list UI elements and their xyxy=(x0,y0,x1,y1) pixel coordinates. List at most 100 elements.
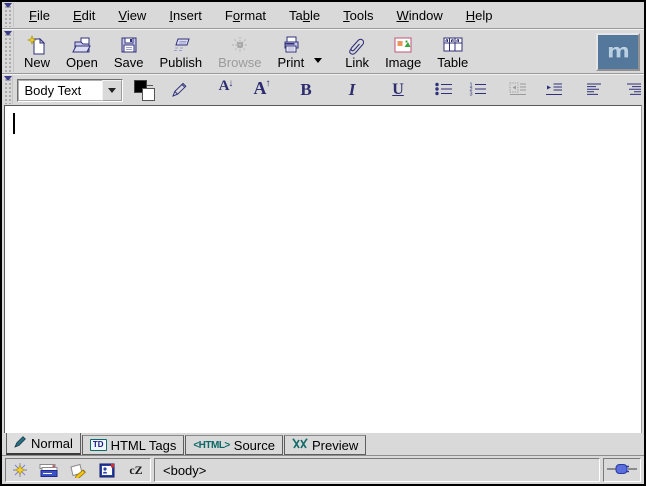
menu-tools-label: Tools xyxy=(343,8,373,23)
menu-table[interactable]: Table xyxy=(279,2,330,28)
composer-window: File Edit View Insert Format Table Tools… xyxy=(0,0,646,486)
link-paperclip-icon xyxy=(347,35,367,55)
online-status-panel[interactable] xyxy=(603,458,641,482)
tab-preview[interactable]: Preview xyxy=(284,435,366,455)
chevron-down-icon xyxy=(108,88,116,93)
table-button[interactable]: Table xyxy=(430,33,475,71)
new-button-label: New xyxy=(24,55,50,70)
numbered-list-button[interactable]: 123 xyxy=(468,78,488,102)
link-button[interactable]: Link xyxy=(338,33,376,71)
publish-icon xyxy=(170,35,192,55)
indent-button[interactable] xyxy=(544,78,564,102)
background-color-swatch[interactable] xyxy=(142,88,155,101)
menubar-grippy[interactable] xyxy=(3,3,14,27)
pencil-icon xyxy=(170,80,190,101)
bold-button[interactable]: B xyxy=(296,78,316,102)
preview-icon xyxy=(292,438,308,453)
menu-help[interactable]: Help xyxy=(456,2,503,28)
image-icon xyxy=(393,35,413,55)
tab-normal[interactable]: Normal xyxy=(6,433,81,455)
save-button-label: Save xyxy=(114,55,144,70)
arrow-up-icon: ↑ xyxy=(266,78,271,89)
menu-tools[interactable]: Tools xyxy=(333,2,383,28)
color-divider xyxy=(146,85,153,86)
menu-table-label: Table xyxy=(289,8,320,23)
image-button[interactable]: Image xyxy=(378,33,428,71)
browse-button[interactable]: Browse xyxy=(211,33,268,71)
component-bar: cZ xyxy=(5,458,151,482)
format-toolbar: Body Text A ↓ A ↑ B I U 123 xyxy=(2,74,644,105)
decrease-font-size-button[interactable]: A ↓ xyxy=(216,78,236,102)
outdent-button[interactable] xyxy=(508,78,528,102)
mozilla-logo-icon: m xyxy=(607,40,629,63)
menu-format[interactable]: Format xyxy=(215,2,276,28)
chatzilla-icon[interactable]: cZ xyxy=(126,461,146,479)
save-button[interactable]: Save xyxy=(107,33,151,71)
underline-button[interactable]: U xyxy=(388,78,408,102)
text-color-picker[interactable] xyxy=(133,79,154,101)
numbered-list-icon: 123 xyxy=(468,81,488,100)
menu-bar: File Edit View Insert Format Table Tools… xyxy=(2,2,644,29)
bullet-list-button[interactable] xyxy=(434,78,454,102)
publish-button[interactable]: Publish xyxy=(152,33,209,71)
menu-view[interactable]: View xyxy=(108,2,156,28)
save-floppy-icon xyxy=(119,35,139,55)
toolbar-grippy[interactable] xyxy=(3,31,14,72)
print-dropdown-arrow[interactable] xyxy=(314,58,322,63)
tab-html-tags-label: HTML Tags xyxy=(111,438,177,453)
open-button-label: Open xyxy=(66,55,98,70)
print-icon xyxy=(281,35,301,55)
browse-icon xyxy=(230,35,250,55)
element-path-panel: <body> xyxy=(154,458,600,482)
element-path-text: <body> xyxy=(163,463,206,478)
grippy-collapse-icon xyxy=(4,31,12,36)
menu-window[interactable]: Window xyxy=(387,2,453,28)
link-button-label: Link xyxy=(345,55,369,70)
editor-canvas[interactable] xyxy=(4,105,642,433)
outdent-icon xyxy=(508,81,528,100)
increase-font-size-button[interactable]: A ↑ xyxy=(252,78,272,102)
align-right-icon xyxy=(625,81,643,100)
print-button-label: Print xyxy=(277,55,304,70)
menu-edit[interactable]: Edit xyxy=(63,2,105,28)
menu-file[interactable]: File xyxy=(19,2,60,28)
formatbar-grippy[interactable] xyxy=(3,76,13,104)
online-plug-icon xyxy=(607,463,637,478)
align-left-icon xyxy=(585,81,603,100)
composer-icon[interactable] xyxy=(68,461,88,479)
tab-html-tags[interactable]: TD HTML Tags xyxy=(82,435,184,455)
navigator-icon[interactable] xyxy=(10,461,30,479)
open-folder-icon xyxy=(71,35,93,55)
browse-button-label: Browse xyxy=(218,55,261,70)
tab-preview-label: Preview xyxy=(312,438,358,453)
menu-edit-label: Edit xyxy=(73,8,95,23)
menu-insert[interactable]: Insert xyxy=(159,2,212,28)
new-button[interactable]: New xyxy=(17,33,57,71)
publish-button-label: Publish xyxy=(159,55,202,70)
new-page-icon xyxy=(27,35,47,55)
svg-text:3: 3 xyxy=(470,91,473,97)
highlight-color-button[interactable] xyxy=(170,78,190,102)
menu-file-label: File xyxy=(29,8,50,23)
open-button[interactable]: Open xyxy=(59,33,105,71)
menu-view-label: View xyxy=(118,8,146,23)
normal-pencil-icon xyxy=(14,436,27,451)
print-button[interactable]: Print xyxy=(270,33,311,71)
grippy-collapse-icon xyxy=(4,3,12,8)
tab-source-label: Source xyxy=(234,438,275,453)
paragraph-format-value: Body Text xyxy=(18,80,102,101)
grippy-collapse-icon xyxy=(4,76,12,81)
edit-mode-tabbar: Normal TD HTML Tags <HTML> Source Previe… xyxy=(2,433,644,455)
italic-icon: I xyxy=(349,80,356,100)
align-left-button[interactable] xyxy=(584,78,604,102)
table-button-label: Table xyxy=(437,55,468,70)
mail-icon[interactable] xyxy=(39,461,59,479)
align-right-button[interactable] xyxy=(624,78,644,102)
italic-button[interactable]: I xyxy=(342,78,362,102)
bullet-list-icon xyxy=(434,81,454,100)
paragraph-format-dropdown-button[interactable] xyxy=(102,80,122,101)
paragraph-format-select[interactable]: Body Text xyxy=(17,79,123,102)
tab-source[interactable]: <HTML> Source xyxy=(185,435,283,455)
mozilla-logo-button[interactable]: m xyxy=(596,33,640,71)
address-book-icon[interactable] xyxy=(97,461,117,479)
